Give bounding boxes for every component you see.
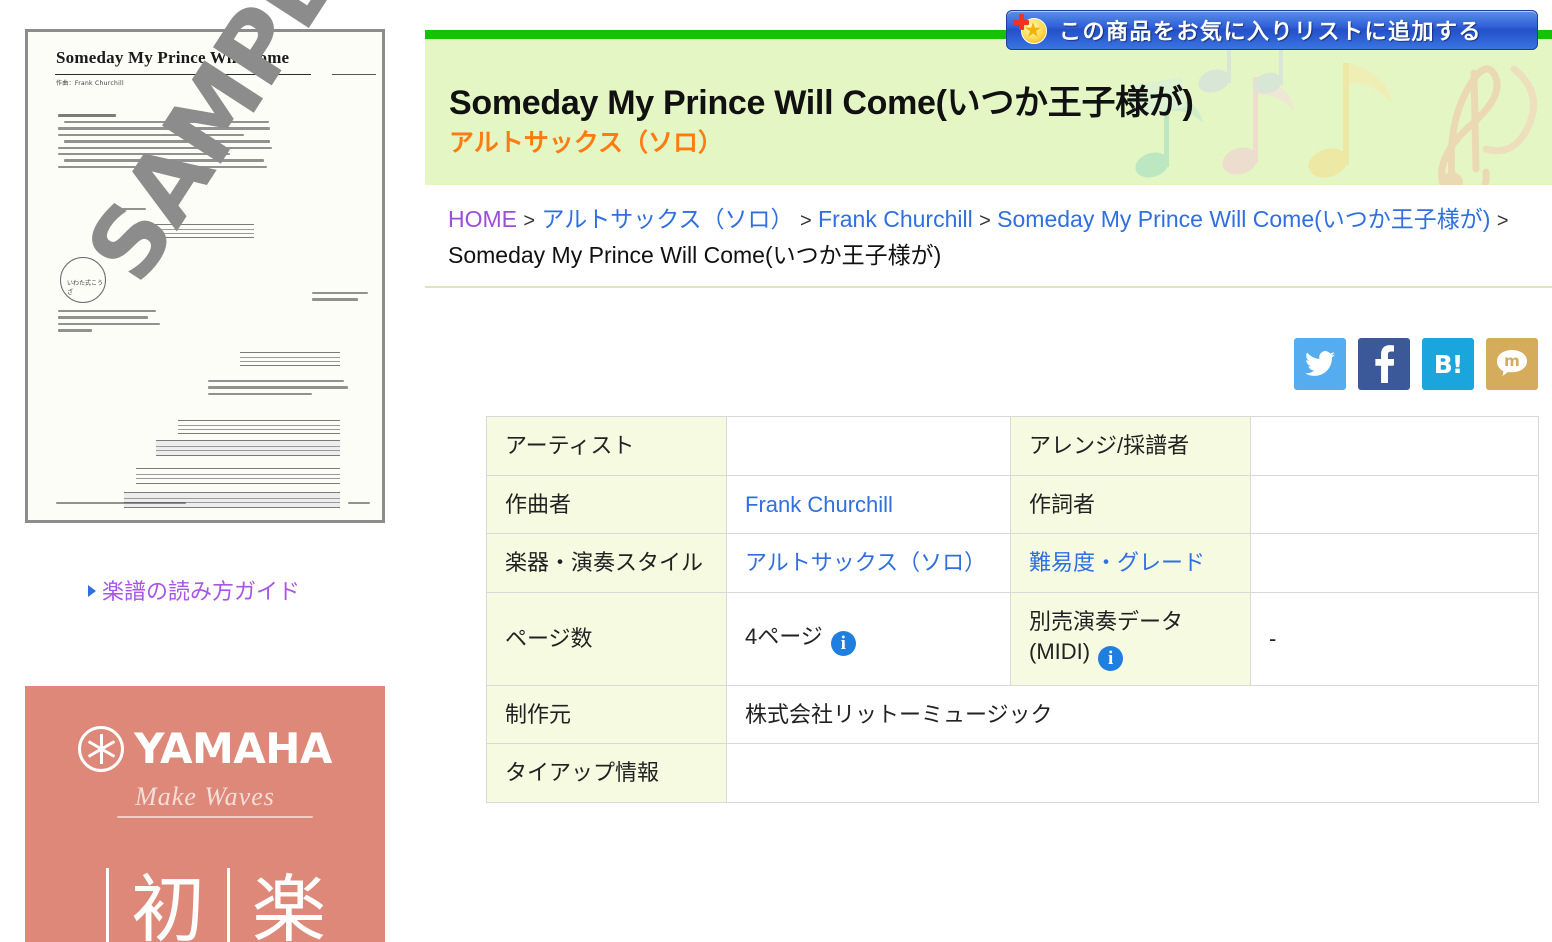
difficulty-grade-link[interactable]: 難易度・グレード <box>1029 550 1205 575</box>
banner-kanji-right: 楽 <box>252 868 326 942</box>
guide-link-label: 楽譜の読み方ガイド <box>102 579 301 604</box>
value-tieup-info <box>726 743 1539 804</box>
value-midi-data: - <box>1250 592 1539 686</box>
breadcrumb-separator: > <box>979 210 991 232</box>
table-row: ページ数 4ページ i 別売演奏データ(MIDI) i - <box>486 592 1539 686</box>
hatena-bookmark-button[interactable]: B! <box>1422 338 1474 390</box>
mixi-share-button[interactable]: m <box>1486 338 1538 390</box>
add-to-favorites-button[interactable]: ★ この商品をお気に入りリストに追加する <box>1006 10 1538 50</box>
label-instrument-style: 楽器・演奏スタイル <box>486 533 727 594</box>
info-icon[interactable]: i <box>830 630 856 656</box>
star-plus-icon: ★ <box>1013 14 1047 46</box>
yamaha-logo: YAMAHA <box>25 726 385 772</box>
table-row: 制作元 株式会社リットーミュージック <box>486 684 1539 745</box>
add-to-favorites-label: この商品をお気に入りリストに追加する <box>1059 19 1483 44</box>
breadcrumb-separator: > <box>523 210 536 232</box>
breadcrumb-item-home[interactable]: HOME <box>448 206 517 232</box>
preview-sheet-subtitle: 作曲：Frank Churchill <box>56 80 124 87</box>
page-title: Someday My Prince Will Come(いつか王子様が) <box>449 84 1194 122</box>
banner-kanji-left: 初 <box>131 868 205 942</box>
social-share-buttons: B! m <box>1294 338 1538 390</box>
preview-sheet-title: Someday My Prince Will Come <box>56 48 290 67</box>
preview-title-rule <box>55 74 311 75</box>
preview-staff-5 <box>136 468 340 484</box>
info-icon[interactable]: i <box>1098 645 1124 671</box>
value-arranger <box>1250 416 1539 476</box>
table-row: 作曲者 Frank Churchill 作詞者 <box>486 474 1539 535</box>
breadcrumb-item-composer[interactable]: Frank Churchill <box>818 206 973 232</box>
breadcrumb-divider <box>425 286 1552 288</box>
facebook-icon <box>1374 345 1394 383</box>
main-content: ★ この商品をお気に入りリストに追加する Someday My Prince W… <box>424 0 1552 942</box>
value-artist <box>726 416 1011 476</box>
page-subtitle: アルトサックス（ソロ） <box>449 129 724 157</box>
breadcrumb: HOME > アルトサックス（ソロ） > Frank Churchill > S… <box>448 202 1534 273</box>
value-difficulty-grade <box>1250 533 1539 594</box>
preview-staff-4 <box>156 440 340 456</box>
yamaha-tagline: Make Waves <box>135 782 275 811</box>
plus-icon <box>1013 14 1029 30</box>
breadcrumb-item-song[interactable]: Someday My Prince Will Come(いつか王子様が) <box>997 206 1490 232</box>
twitter-icon <box>1305 351 1335 376</box>
preview-text-block-3 <box>58 310 178 336</box>
preview-stamp-label: いわた式こうざ <box>67 280 104 296</box>
hatena-bookmark-label: B! <box>1433 349 1463 379</box>
preview-staff-1 <box>146 224 254 238</box>
score-reading-guide-link[interactable]: 楽譜の読み方ガイド <box>88 574 300 606</box>
twitter-share-button[interactable] <box>1294 338 1346 390</box>
value-composer: Frank Churchill <box>726 474 1011 535</box>
label-composer: 作曲者 <box>486 474 727 535</box>
score-preview-inner: Someday My Prince Will Come 作曲：Frank Chu… <box>28 0 390 520</box>
product-title-panel: Someday My Prince Will Come(いつか王子様が) アルト… <box>425 30 1552 187</box>
breadcrumb-separator: > <box>1496 210 1509 232</box>
preview-text-block-4 <box>208 380 348 399</box>
instrument-style-link[interactable]: アルトサックス（ソロ） <box>745 550 986 575</box>
preview-staff-2 <box>240 352 340 366</box>
yamaha-tagline-underline <box>117 816 313 818</box>
breadcrumb-item-instrument[interactable]: アルトサックス（ソロ） <box>541 206 793 232</box>
label-publisher: 制作元 <box>486 684 727 745</box>
table-row: アーティスト アレンジ/採譜者 <box>486 416 1539 476</box>
banner-kanji-row: 初 楽 <box>25 868 385 942</box>
label-midi-data: 別売演奏データ(MIDI) i <box>1010 592 1251 686</box>
left-sidebar: Someday My Prince Will Come 作曲：Frank Chu… <box>0 0 424 942</box>
score-preview-thumbnail[interactable]: Someday My Prince Will Come 作曲：Frank Chu… <box>25 0 390 523</box>
preview-text-block-2 <box>122 208 146 214</box>
label-artist: アーティスト <box>486 416 727 476</box>
yamaha-wordmark: YAMAHA <box>134 724 332 773</box>
kanji-divider-mid <box>227 868 230 942</box>
table-row: タイアップ情報 <box>486 743 1539 804</box>
preview-stamp: いわた式こうざ <box>60 257 106 303</box>
product-info-table: アーティスト アレンジ/採譜者 作曲者 Frank Churchill 作詞者 … <box>486 416 1539 804</box>
preview-footer-right <box>348 501 370 508</box>
label-lyricist: 作詞者 <box>1010 474 1251 535</box>
label-page-count: ページ数 <box>486 592 727 686</box>
label-tieup-info: タイアップ情報 <box>486 743 727 804</box>
value-lyricist <box>1250 474 1539 535</box>
facebook-share-button[interactable] <box>1358 338 1410 390</box>
preview-staff-3 <box>178 420 340 434</box>
composer-link[interactable]: Frank Churchill <box>745 492 893 517</box>
preview-side-note <box>312 292 368 305</box>
value-publisher: 株式会社リットーミュージック <box>726 684 1539 745</box>
breadcrumb-separator: > <box>799 210 812 232</box>
yamaha-tuning-fork-icon <box>78 726 125 772</box>
value-page-count: 4ページ i <box>726 592 1011 686</box>
label-difficulty-grade: 難易度・グレード <box>1010 533 1251 594</box>
preview-footer-left <box>56 501 186 508</box>
kanji-divider-left <box>106 868 109 942</box>
triangle-bullet-icon <box>88 585 96 597</box>
table-row: 楽器・演奏スタイル アルトサックス（ソロ） 難易度・グレード <box>486 533 1539 594</box>
preview-text-block <box>58 114 273 172</box>
value-instrument-style: アルトサックス（ソロ） <box>726 533 1011 594</box>
breadcrumb-item-current: Someday My Prince Will Come(いつか王子様が) <box>448 241 942 268</box>
mixi-icon: m <box>1497 350 1527 377</box>
preview-title-rule-right <box>332 74 376 75</box>
yamaha-promo-banner[interactable]: YAMAHA Make Waves 初 楽 <box>25 686 385 942</box>
product-detail-page: Someday My Prince Will Come 作曲：Frank Chu… <box>0 0 1552 942</box>
page-count-text: 4ページ <box>745 623 823 649</box>
svg-text:m: m <box>1504 352 1520 370</box>
label-arranger: アレンジ/採譜者 <box>1010 416 1251 476</box>
